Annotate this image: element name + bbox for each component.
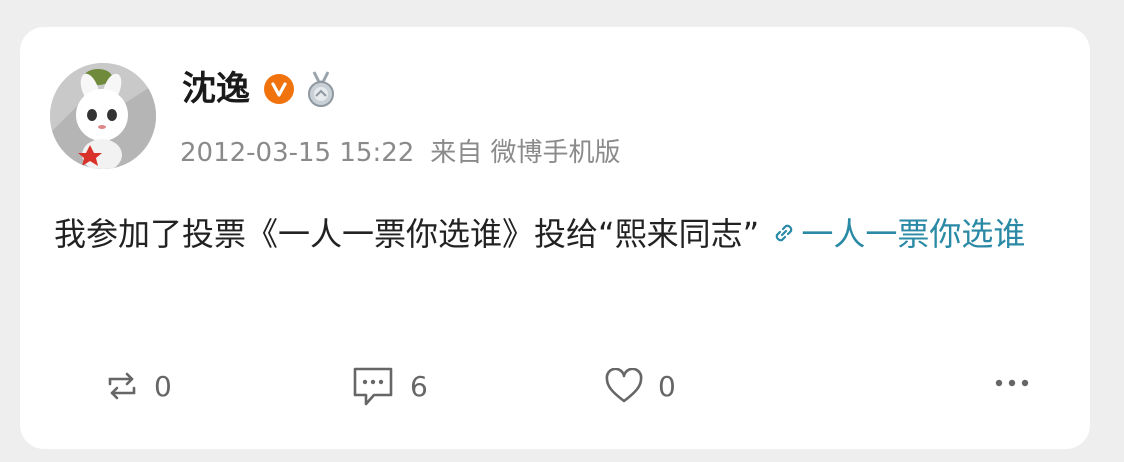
post-card: 沈逸 2012-03-15 15:22 来自 微博手机版 我参加了投票《一人一票你…: [20, 27, 1090, 449]
author-row: 沈逸: [182, 69, 336, 109]
post-content: 我参加了投票《一人一票你选谁》投给“熙来同志” 一人一票你选谁: [54, 211, 1064, 258]
heart-icon: [605, 368, 643, 403]
repost-icon: [108, 372, 136, 400]
verified-badge-icon: [264, 74, 294, 104]
link-icon: [776, 224, 793, 242]
like-button[interactable]: 0: [604, 363, 676, 409]
silver-medal-icon: [308, 71, 334, 107]
comment-count: 6: [410, 369, 428, 403]
avatar[interactable]: [50, 63, 156, 169]
post-meta: 2012-03-15 15:22 来自 微博手机版: [180, 135, 621, 171]
author-name[interactable]: 沈逸: [182, 69, 250, 109]
comment-icon: [353, 367, 393, 406]
comment-button[interactable]: 6: [350, 363, 428, 409]
repost-count: 0: [154, 369, 172, 403]
like-count: 0: [658, 369, 676, 403]
medal-icon[interactable]: [306, 70, 336, 108]
v-check-icon: [271, 82, 287, 97]
vote-link[interactable]: 一人一票你选谁: [769, 215, 1025, 253]
more-dots-icon: [995, 379, 1029, 387]
more-options-button[interactable]: [994, 375, 1030, 394]
rabbit-mascot-icon: [50, 63, 156, 169]
post-source: 来自 微博手机版: [430, 138, 621, 168]
repost-button[interactable]: 0: [104, 363, 172, 409]
vote-link-text: 一人一票你选谁: [801, 215, 1026, 253]
post-text: 我参加了投票《一人一票你选谁》投给“熙来同志”: [54, 215, 760, 253]
post-timestamp[interactable]: 2012-03-15 15:22: [180, 138, 414, 168]
